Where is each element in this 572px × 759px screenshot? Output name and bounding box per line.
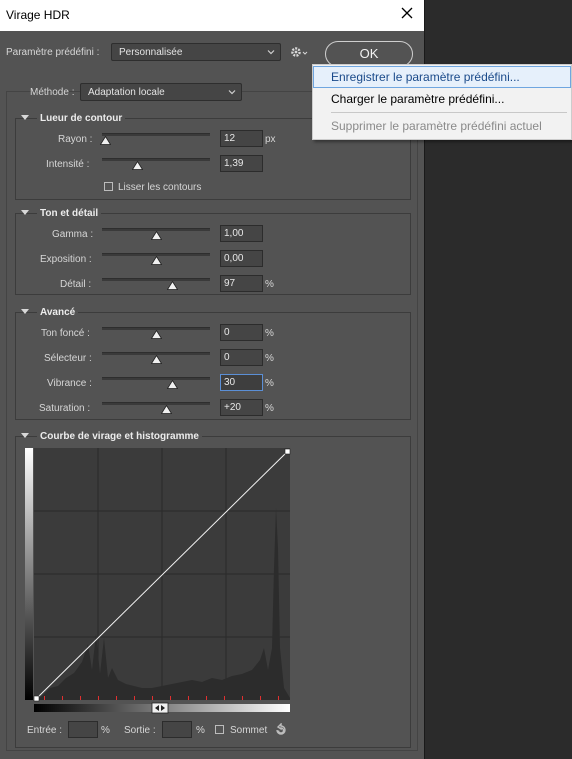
method-value: Adaptation locale [88,87,165,98]
collapse-triangle-icon[interactable] [20,308,30,315]
shadow-unit: % [265,328,274,339]
smooth-edges-checkbox[interactable] [104,182,113,191]
vibrance-slider-track[interactable] [102,377,210,380]
saturation-label: Saturation : [39,403,91,414]
output-gradient-bar [25,448,33,700]
tone-curve-graph[interactable] [22,448,292,714]
vibrance-label: Vibrance : [47,378,92,389]
exposure-input[interactable]: 0,00 [220,250,263,267]
highlight-input[interactable]: 0 [220,349,263,366]
detail-slider-thumb[interactable] [166,281,178,290]
radius-slider-track[interactable] [102,133,210,136]
method-label: Méthode : [30,87,75,98]
close-icon[interactable] [398,4,416,22]
reset-icon[interactable] [274,723,288,737]
output-value-field[interactable] [162,721,192,738]
corner-checkbox[interactable] [215,725,224,734]
strength-label: Intensité : [46,159,90,170]
strength-input[interactable]: 1,39 [220,155,263,172]
preset-value: Personnalisée [119,47,183,58]
title-bar: Virage HDR [0,0,424,31]
radius-label: Rayon : [58,134,93,145]
gamma-input[interactable]: 1,00 [220,225,263,242]
vibrance-unit: % [265,378,274,389]
output-label: Sortie : [124,725,156,736]
detail-input[interactable]: 97 [220,275,263,292]
menu-item-delete-preset: Supprimer le paramètre prédéfini actuel [331,119,542,133]
collapse-triangle-icon[interactable] [20,209,30,216]
chevron-down-icon [228,90,236,95]
detail-unit: % [265,279,274,290]
saturation-unit: % [265,403,274,414]
shadow-input[interactable]: 0 [220,324,263,341]
collapse-triangle-icon[interactable] [20,432,30,439]
window-title: Virage HDR [6,8,70,22]
gear-icon[interactable] [289,45,309,59]
shadow-label: Ton foncé : [41,328,90,339]
smooth-edges-label: Lisser les contours [118,182,202,193]
gamma-label: Gamma : [52,229,94,240]
curve-point-white[interactable] [284,448,291,455]
vibrance-input[interactable]: 30 [220,374,263,391]
gamma-slider-thumb[interactable] [150,231,162,240]
highlight-slider-thumb[interactable] [150,355,162,364]
preset-dropdown[interactable]: Personnalisée [111,43,281,61]
collapse-triangle-icon[interactable] [20,114,30,121]
radius-input[interactable]: 12 [220,130,263,147]
detail-label: Détail : [60,279,92,290]
input-unit: % [101,725,110,736]
preset-label: Paramètre prédéfini : [6,47,100,58]
strength-slider-thumb[interactable] [132,161,144,170]
shadow-slider-thumb[interactable] [150,330,162,339]
tone-detail-title: Ton et détail [37,208,102,219]
menu-item-load-preset[interactable]: Charger le paramètre prédéfini... [314,89,570,109]
saturation-slider-thumb[interactable] [161,405,173,414]
radius-slider-thumb[interactable] [99,136,111,145]
corner-label: Sommet [230,725,268,736]
vibrance-slider-thumb[interactable] [166,380,178,389]
menu-separator [331,112,567,113]
exposure-label: Exposition : [40,254,92,265]
preset-options-menu: Enregistrer le paramètre prédéfini... Ch… [312,64,572,140]
strength-slider-track[interactable] [102,158,210,161]
detail-slider-track[interactable] [102,278,210,281]
input-value-field[interactable] [68,721,98,738]
saturation-input[interactable]: +20 [220,399,263,416]
saturation-slider-track[interactable] [102,402,210,405]
edge-glow-title: Lueur de contour [37,113,126,124]
menu-item-save-preset[interactable]: Enregistrer le paramètre prédéfini... [313,66,571,88]
chevron-down-icon [267,50,275,55]
curve-point-black[interactable] [33,695,40,702]
advanced-title: Avancé [37,307,79,318]
input-label: Entrée : [27,725,63,736]
output-unit: % [196,725,205,736]
input-slider-handle[interactable] [151,702,169,714]
exposure-slider-thumb[interactable] [150,256,162,265]
highlight-label: Sélecteur : [44,353,92,364]
method-dropdown[interactable]: Adaptation locale [80,83,242,101]
radius-unit: px [265,134,276,145]
curve-title: Courbe de virage et histogramme [37,431,202,442]
highlight-unit: % [265,353,274,364]
